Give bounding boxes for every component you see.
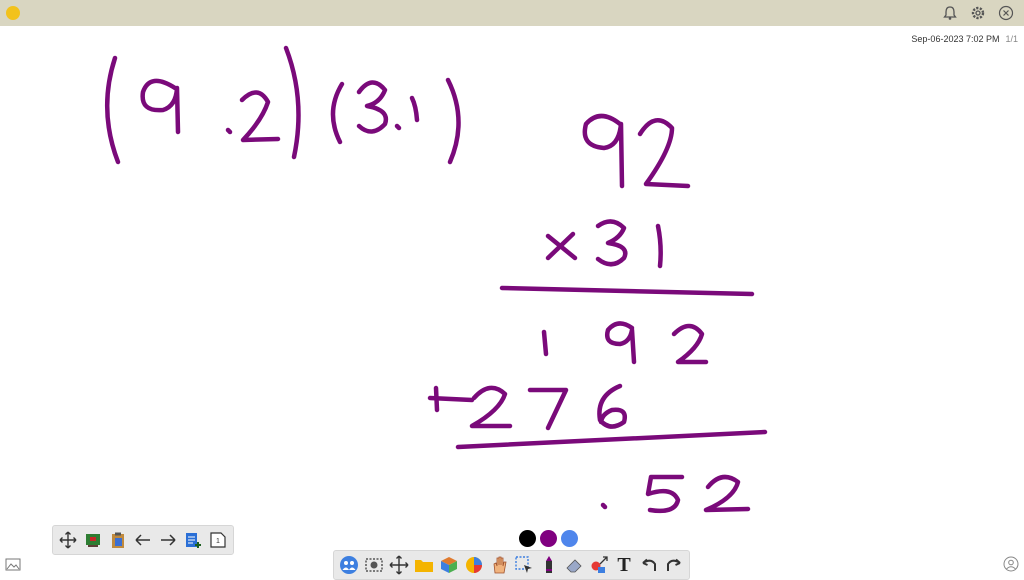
people-icon[interactable] bbox=[338, 554, 360, 576]
shapes-icon[interactable] bbox=[438, 554, 460, 576]
text-tool-icon[interactable]: T bbox=[613, 554, 635, 576]
color-swatch-purple[interactable] bbox=[540, 530, 557, 547]
ink-stroke bbox=[655, 223, 663, 269]
ink-stroke bbox=[445, 77, 461, 165]
move-arrows-icon[interactable] bbox=[388, 554, 410, 576]
page-number-icon[interactable]: 1 bbox=[207, 529, 229, 551]
selection-icon[interactable] bbox=[513, 554, 535, 576]
arrow-left-icon[interactable] bbox=[132, 529, 154, 551]
ink-stroke bbox=[455, 429, 768, 450]
move-arrows-icon[interactable] bbox=[57, 529, 79, 551]
add-page-icon[interactable] bbox=[182, 529, 204, 551]
ink-stroke bbox=[409, 95, 420, 123]
ink-stroke bbox=[499, 285, 755, 297]
ink-stroke bbox=[605, 321, 637, 365]
hand-icon[interactable] bbox=[488, 554, 510, 576]
ink-stroke bbox=[597, 383, 627, 429]
arrow-right-icon[interactable] bbox=[157, 529, 179, 551]
page-number-label: 1 bbox=[216, 538, 220, 545]
ink-stroke bbox=[394, 123, 402, 131]
ink-stroke bbox=[645, 474, 685, 514]
color-swatch-blue[interactable] bbox=[561, 530, 578, 547]
shapes-arrow-icon[interactable] bbox=[588, 554, 610, 576]
ink-stroke bbox=[671, 323, 709, 365]
text-tool-label: T bbox=[617, 553, 631, 576]
ink-stroke bbox=[595, 219, 628, 267]
ink-stroke bbox=[541, 329, 549, 357]
ink-stroke bbox=[637, 118, 691, 189]
whiteboard-green-icon[interactable] bbox=[82, 529, 104, 551]
ink-stroke bbox=[140, 78, 181, 135]
ink-stroke bbox=[545, 231, 578, 261]
color-palette bbox=[519, 530, 578, 547]
ink-stroke bbox=[239, 90, 281, 143]
redo-icon[interactable] bbox=[663, 554, 685, 576]
undo-icon[interactable] bbox=[638, 554, 660, 576]
ink-stroke bbox=[330, 81, 345, 145]
ink-stroke bbox=[356, 80, 389, 134]
ink-stroke bbox=[582, 113, 625, 189]
ink-stroke bbox=[104, 55, 121, 165]
marker-pen-icon[interactable] bbox=[538, 554, 560, 576]
ink-stroke bbox=[283, 45, 301, 160]
camera-icon[interactable] bbox=[363, 554, 385, 576]
color-picker-icon[interactable] bbox=[463, 554, 485, 576]
whiteboard-canvas[interactable] bbox=[0, 0, 1024, 576]
page-navigation-toolbar: 1 bbox=[52, 525, 234, 555]
color-swatch-black[interactable] bbox=[519, 530, 536, 547]
ink-stroke bbox=[600, 502, 608, 510]
ink-stroke bbox=[527, 387, 569, 431]
ink-stroke bbox=[703, 474, 751, 513]
ink-stroke bbox=[225, 127, 233, 135]
image-upload-icon[interactable] bbox=[5, 556, 21, 572]
eraser-icon[interactable] bbox=[563, 554, 585, 576]
clipboard-icon[interactable] bbox=[107, 529, 129, 551]
user-profile-icon[interactable] bbox=[1003, 556, 1019, 572]
ink-stroke bbox=[469, 385, 513, 429]
ink-stroke bbox=[427, 395, 475, 403]
folder-icon[interactable] bbox=[413, 554, 435, 576]
